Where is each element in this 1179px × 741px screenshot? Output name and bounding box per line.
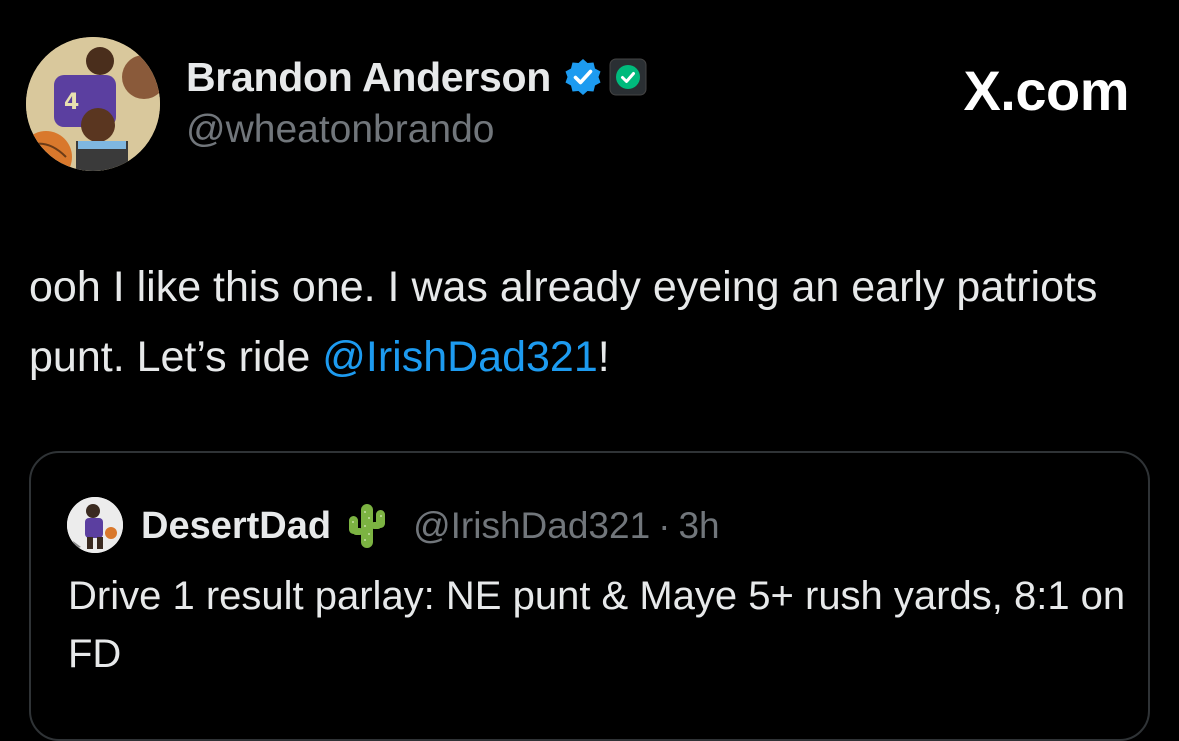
quote-author-name[interactable]: DesertDad [141,505,331,548]
tweet-text-end: ! [597,333,610,381]
affiliate-badge-icon [609,58,647,96]
quote-tweet-card[interactable]: DesertDad @IrishDad321 · 3h Drive 1 resu… [29,451,1150,741]
svg-text:4: 4 [64,90,79,115]
author-name-row: Brandon Anderson [186,52,647,102]
x-com-logo: X.com [963,59,1129,122]
quote-author-handle[interactable]: @IrishDad321 [413,505,650,547]
quote-text: Drive 1 result parlay: NE punt & Maye 5+… [68,574,1126,676]
mention-link[interactable]: @IrishDad321 [322,333,598,381]
cactus-icon [345,500,389,552]
quote-author-avatar[interactable] [67,497,123,553]
quote-avatar-image [67,497,123,553]
quote-timestamp[interactable]: 3h [678,505,719,547]
tweet-text: ooh I like this one. I was already eyein… [29,252,1149,392]
author-handle[interactable]: @wheatonbrando [186,108,494,152]
verified-badge-icon [563,57,603,97]
tweet: 4 Brandon Anderson @wheatonbrando X.com … [0,0,1179,741]
quote-header: DesertDad @IrishDad321 · 3h [141,498,720,554]
author-avatar[interactable]: 4 [26,37,160,171]
quote-separator: · [658,505,671,546]
author-name[interactable]: Brandon Anderson [186,54,551,101]
author-avatar-image: 4 [26,37,160,171]
